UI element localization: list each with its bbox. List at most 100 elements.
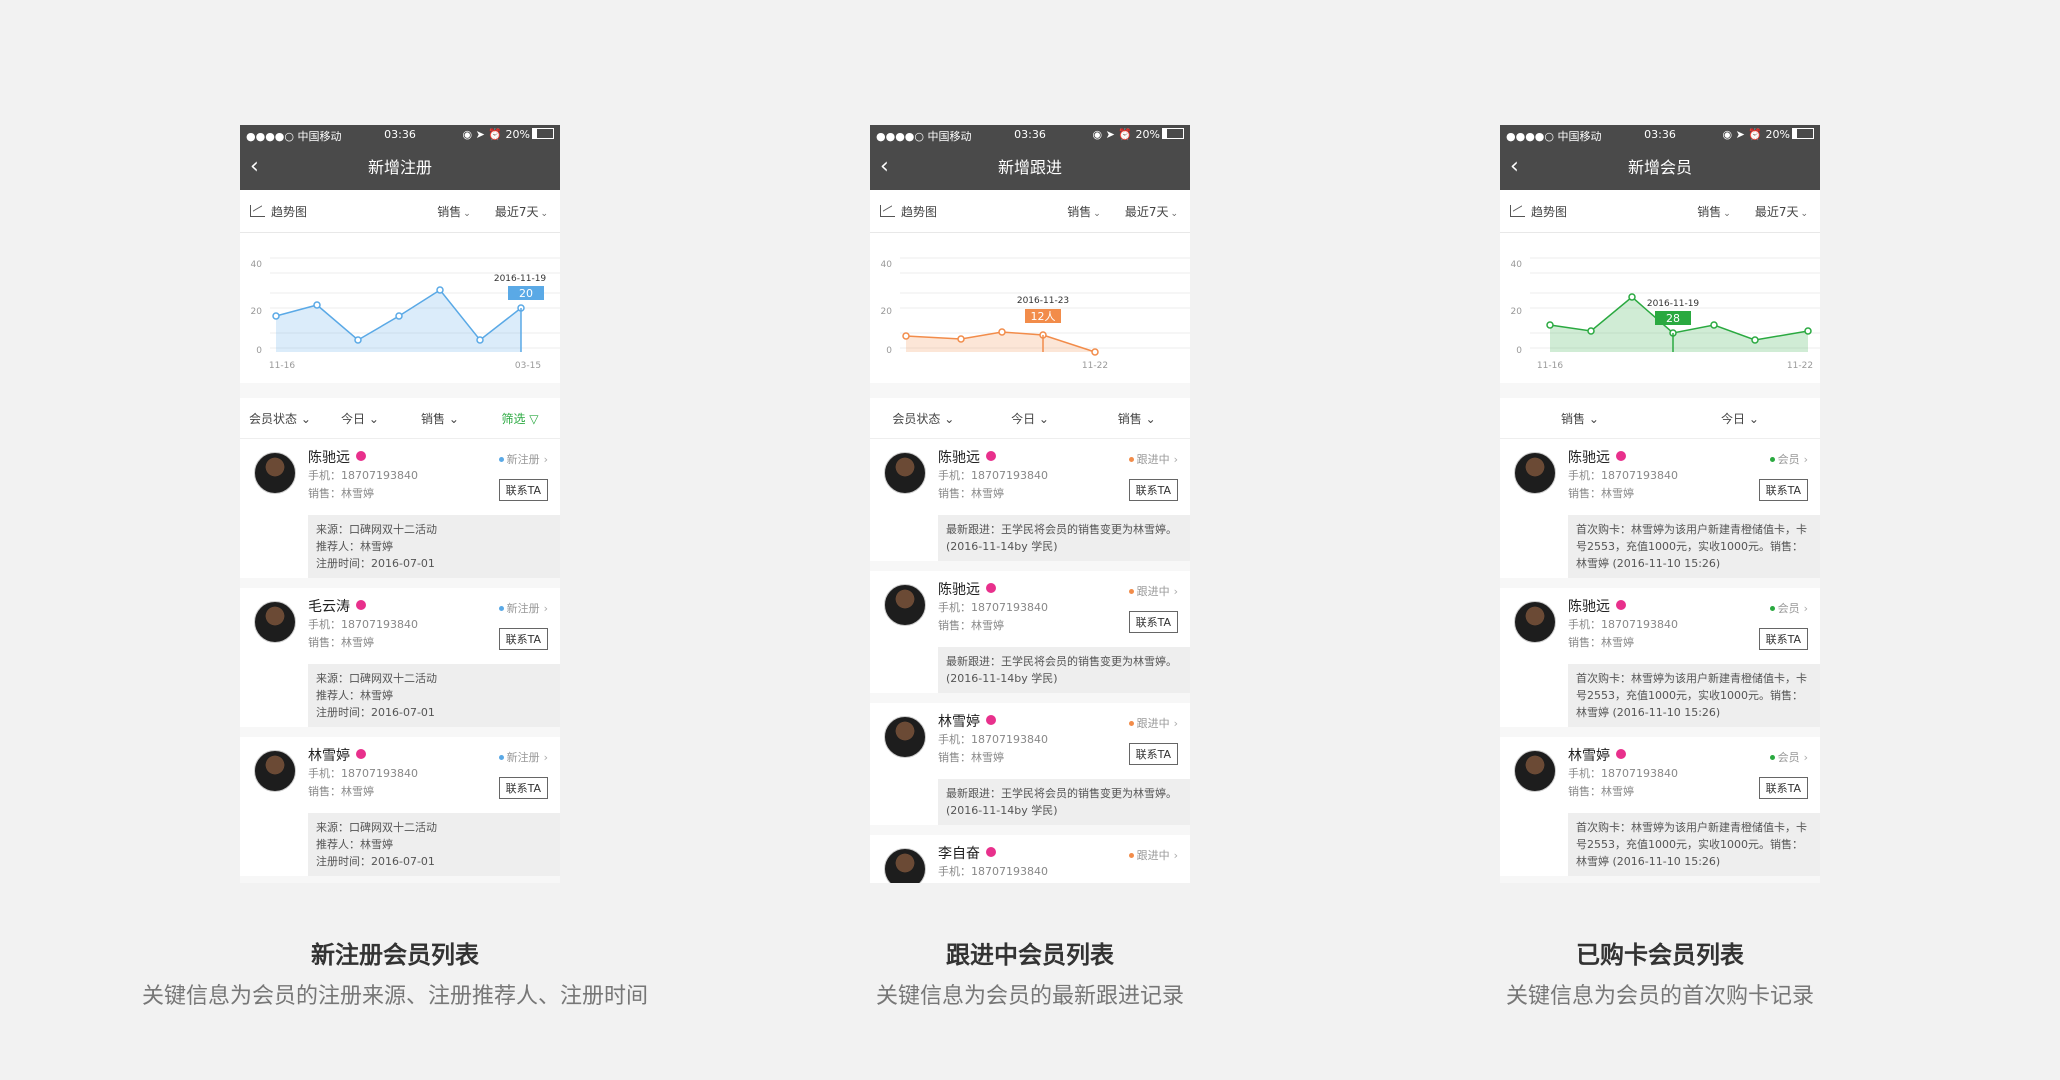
sales-dropdown[interactable]: 销售 ⌄ bbox=[1685, 203, 1743, 220]
contact-button[interactable]: 联系TA bbox=[1128, 479, 1178, 501]
y-label-top: 40 bbox=[881, 260, 893, 270]
status-text: 跟进中 bbox=[1136, 453, 1170, 466]
contact-button[interactable]: 联系TA bbox=[498, 628, 548, 650]
tab-member-status[interactable]: 会员状态 ⌄ bbox=[870, 410, 977, 427]
tab-sales[interactable]: 销售 ⌄ bbox=[1083, 410, 1190, 427]
status-badge[interactable]: 跟进中 › bbox=[1128, 715, 1178, 731]
battery-icon bbox=[1792, 128, 1814, 139]
member-card[interactable]: 陈驰远 手机：18707193840 销售：林雪婷 会员 › 联系TA 首次购卡：… bbox=[1500, 588, 1820, 727]
tab-member-status[interactable]: 会员状态 ⌄ bbox=[240, 410, 320, 427]
data-point bbox=[313, 301, 321, 309]
status-badge[interactable]: 会员 › bbox=[1769, 600, 1808, 616]
member-name: 陈驰远 bbox=[1568, 450, 1610, 466]
data-point bbox=[1804, 327, 1812, 335]
chart-filter-bar: 趋势图 销售 ⌄ 最近7天 ⌄ bbox=[1500, 190, 1820, 233]
member-card[interactable]: 毛云涛 手机：18707193840 销售：林雪婷 新注册 › 联系TA 来源：口… bbox=[240, 588, 560, 727]
chart-icon bbox=[250, 205, 265, 217]
status-badge[interactable]: 跟进中 › bbox=[1128, 847, 1178, 863]
nav-bar: ‹ 新增注册 bbox=[240, 145, 560, 190]
member-card[interactable]: 林雪婷 手机：18707193840 销售：林雪婷 跟进中 › 联系TA 最新跟进… bbox=[870, 703, 1190, 825]
status-dot-icon bbox=[1769, 457, 1775, 462]
member-card[interactable]: 林雪婷 手机：18707193840 销售：林雪婷 会员 › 联系TA 首次购卡：… bbox=[1500, 737, 1820, 876]
y-label-mid: 20 bbox=[1511, 307, 1523, 317]
nav-bar: ‹ 新增跟进 bbox=[870, 145, 1190, 190]
member-card[interactable]: 李自奋 手机：18707193840 跟进中 › bbox=[870, 835, 1190, 883]
status-text: 会员 bbox=[1777, 453, 1800, 466]
detail-referrer: 推荐人：林雪婷 bbox=[316, 540, 393, 553]
chevron-down-icon: ⌄ bbox=[1745, 411, 1759, 426]
status-dot-icon bbox=[1128, 721, 1134, 726]
contact-button[interactable]: 联系TA bbox=[498, 479, 548, 501]
member-card[interactable]: 林雪婷 手机：18707193840 销售：林雪婷 新注册 › 联系TA 来源：口… bbox=[240, 737, 560, 876]
y-label-zero: 0 bbox=[1516, 346, 1522, 356]
chevron-right-icon: › bbox=[1173, 717, 1178, 730]
contact-button[interactable]: 联系TA bbox=[1758, 479, 1808, 501]
tab-label: 筛选 bbox=[501, 411, 526, 426]
trend-chart: 40 20 0 2016-11-19 28 11-16 11-22 bbox=[1500, 233, 1820, 383]
trend-chart-svg: 40 20 0 2016-11-19 28 11-16 11-22 bbox=[1511, 257, 1820, 371]
nav-bar: ‹ 新增会员 bbox=[1500, 145, 1820, 190]
range-dropdown[interactable]: 最近7天 ⌄ bbox=[483, 203, 560, 220]
tab-label: 今日 bbox=[341, 411, 366, 426]
member-detail: 首次购卡：林雪婷为该用户新建青橙储值卡，卡号2553，充值1000元，实收100… bbox=[1568, 515, 1820, 578]
contact-button[interactable]: 联系TA bbox=[498, 777, 548, 799]
data-point bbox=[998, 328, 1006, 336]
trend-chart: 40 20 0 2016-11-19 20 11-16 03-15 bbox=[240, 233, 560, 383]
tab-today[interactable]: 今日 ⌄ bbox=[977, 410, 1084, 427]
contact-button[interactable]: 联系TA bbox=[1758, 777, 1808, 799]
status-badge[interactable]: 新注册 › bbox=[498, 600, 548, 616]
member-card[interactable]: 陈驰远 手机：18707193840 销售：林雪婷 跟进中 › 联系TA 最新跟进… bbox=[870, 439, 1190, 561]
chevron-down-icon: ⌄ bbox=[297, 411, 311, 426]
vip-badge-icon bbox=[1616, 600, 1626, 610]
tab-filter[interactable]: 筛选 ▽ bbox=[480, 410, 560, 427]
status-badge[interactable]: 新注册 › bbox=[498, 749, 548, 765]
sales-dropdown[interactable]: 销售 ⌄ bbox=[425, 203, 483, 220]
status-text: 新注册 bbox=[506, 751, 540, 764]
chevron-right-icon: › bbox=[1803, 602, 1808, 615]
range-dropdown-label: 最近7天 bbox=[494, 204, 539, 219]
status-badge[interactable]: 跟进中 › bbox=[1128, 451, 1178, 467]
avatar bbox=[884, 452, 926, 494]
status-badge[interactable]: 会员 › bbox=[1769, 451, 1808, 467]
contact-button[interactable]: 联系TA bbox=[1128, 743, 1178, 765]
member-name: 陈驰远 bbox=[1568, 599, 1610, 615]
status-dot-icon bbox=[498, 755, 504, 760]
tab-label: 会员状态 bbox=[249, 411, 298, 426]
list-filter-bar: 会员状态 ⌄ 今日 ⌄ 销售 ⌄ bbox=[870, 398, 1190, 439]
page-title: 新增注册 bbox=[367, 158, 432, 177]
member-card[interactable]: 陈驰远 手机：18707193840 销售：林雪婷 跟进中 › 联系TA 最新跟进… bbox=[870, 571, 1190, 693]
sales-dropdown[interactable]: 销售 ⌄ bbox=[1055, 203, 1113, 220]
chart-icon bbox=[880, 205, 895, 217]
data-point bbox=[1628, 293, 1636, 301]
panel-subcaption: 关键信息为会员的最新跟进记录 bbox=[875, 984, 1184, 1009]
detail-latest-followup: 最新跟进：王学民将会员的销售变更为林雪婷。(2016-11-14by 学民) bbox=[946, 523, 1177, 553]
chevron-down-icon: ⌄ bbox=[1170, 208, 1178, 219]
member-detail: 最新跟进：王学民将会员的销售变更为林雪婷。(2016-11-14by 学民) bbox=[938, 647, 1190, 693]
range-dropdown[interactable]: 最近7天 ⌄ bbox=[1113, 203, 1190, 220]
member-name: 林雪婷 bbox=[308, 748, 350, 764]
contact-button[interactable]: 联系TA bbox=[1128, 611, 1178, 633]
panel-new-members: ●●●●○ 中国移动 03:36 ◉ ➤ ⏰ 20% ‹ 新增会员 趋势图 销售… bbox=[1320, 0, 2000, 1080]
sales-dropdown-label: 销售 bbox=[1697, 204, 1722, 219]
data-point bbox=[1710, 321, 1718, 329]
tab-today[interactable]: 今日 ⌄ bbox=[1660, 410, 1820, 427]
tab-label: 今日 bbox=[1011, 411, 1036, 426]
status-badge[interactable]: 新注册 › bbox=[498, 451, 548, 467]
contact-button[interactable]: 联系TA bbox=[1758, 628, 1808, 650]
status-badge[interactable]: 跟进中 › bbox=[1128, 583, 1178, 599]
member-card[interactable]: 陈驰远 手机：18707193840 销售：林雪婷 会员 › 联系TA 首次购卡：… bbox=[1500, 439, 1820, 578]
tab-today[interactable]: 今日 ⌄ bbox=[320, 410, 400, 427]
tab-sales[interactable]: 销售 ⌄ bbox=[1500, 410, 1660, 427]
page-title: 新增跟进 bbox=[997, 158, 1062, 177]
x-label-end: 11-22 bbox=[1787, 361, 1813, 371]
tab-sales[interactable]: 销售 ⌄ bbox=[400, 410, 480, 427]
member-name: 林雪婷 bbox=[938, 714, 980, 730]
range-dropdown[interactable]: 最近7天 ⌄ bbox=[1743, 203, 1820, 220]
y-label-zero: 0 bbox=[256, 346, 262, 356]
data-point bbox=[957, 335, 965, 343]
data-point bbox=[272, 312, 280, 320]
status-badge[interactable]: 会员 › bbox=[1769, 749, 1808, 765]
detail-latest-followup: 最新跟进：王学民将会员的销售变更为林雪婷。(2016-11-14by 学民) bbox=[946, 787, 1177, 817]
member-card[interactable]: 陈驰远 手机：18707193840 销售：林雪婷 新注册 › 联系TA 来源：口… bbox=[240, 439, 560, 578]
chevron-down-icon: ⌄ bbox=[1800, 208, 1808, 219]
